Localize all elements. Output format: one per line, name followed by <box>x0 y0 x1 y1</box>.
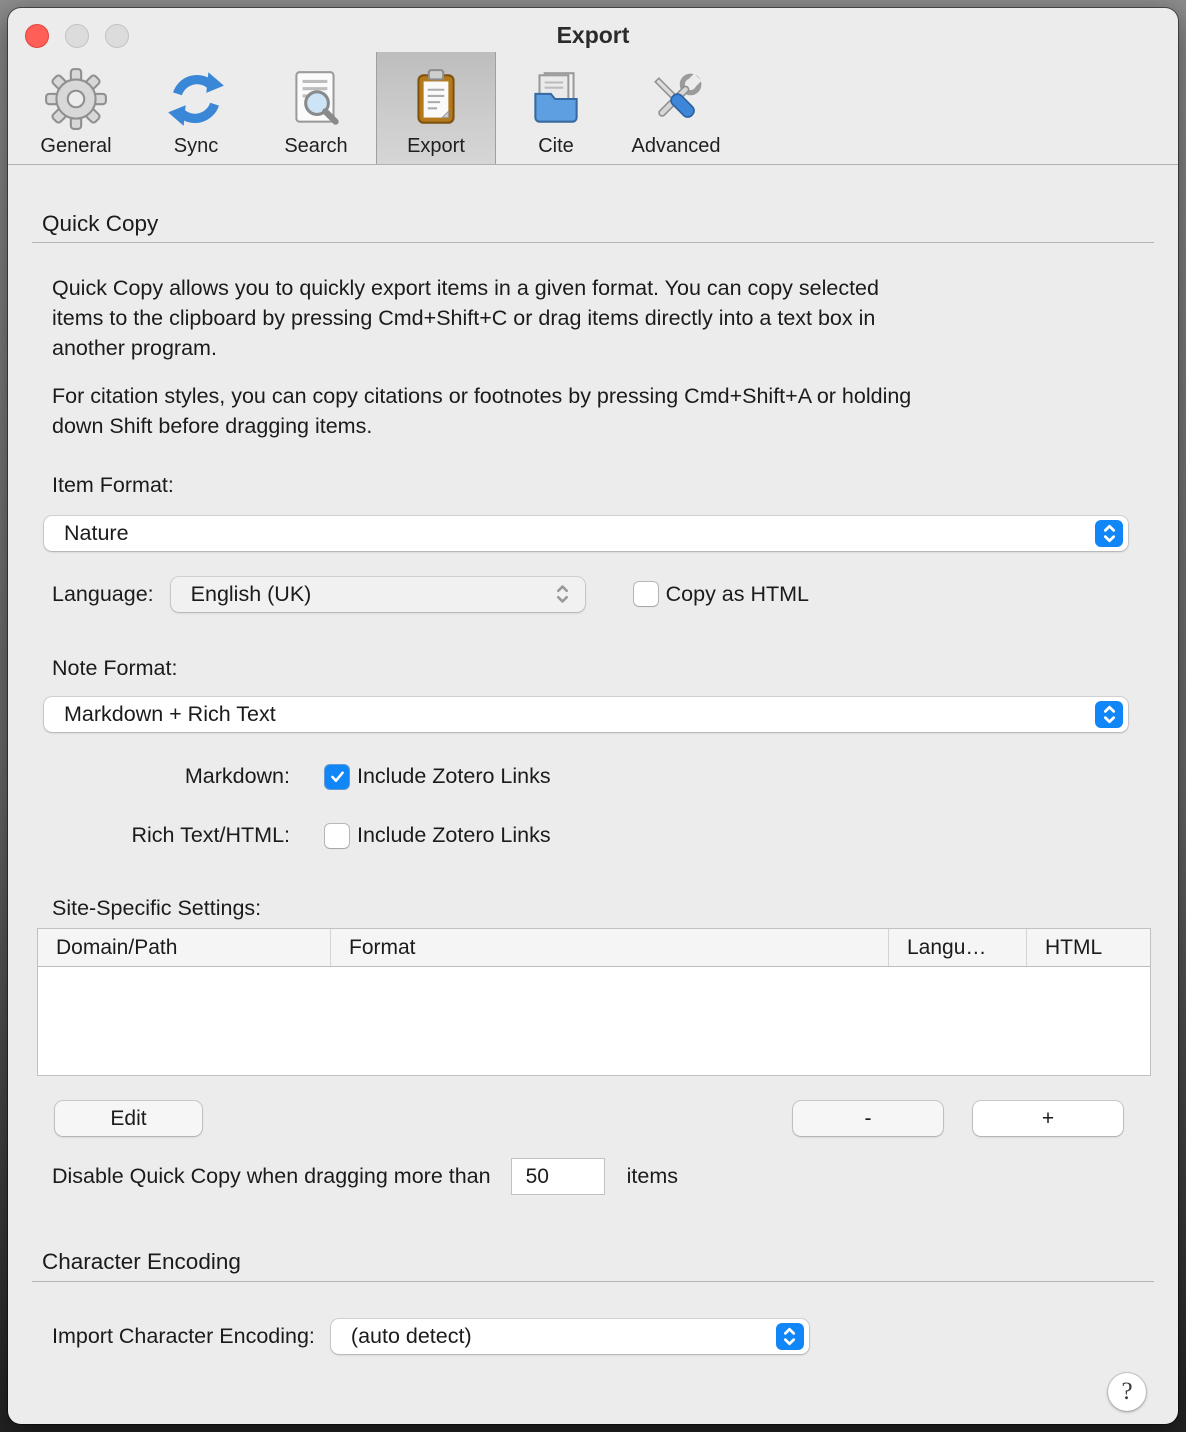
tab-export[interactable]: Export <box>376 52 496 164</box>
gear-icon <box>43 66 109 132</box>
column-header-language[interactable]: Langu… <box>888 929 1026 966</box>
chevron-up-down-icon <box>1095 701 1123 728</box>
tab-export-label: Export <box>407 135 465 158</box>
richtext-include-links-label: Include Zotero Links <box>357 823 551 848</box>
richtext-include-links-checkbox[interactable] <box>325 824 349 848</box>
site-specific-settings-label: Site-Specific Settings: <box>52 896 1178 921</box>
quick-copy-description: Quick Copy allows you to quickly export … <box>52 273 1128 363</box>
citation-styles-description: For citation styles, you can copy citati… <box>52 381 1128 441</box>
chevron-up-down-icon <box>1095 520 1123 547</box>
traffic-lights <box>25 24 129 48</box>
column-header-domain-path[interactable]: Domain/Path <box>38 929 330 966</box>
tab-search-label: Search <box>284 135 347 158</box>
cite-folder-icon <box>523 66 589 132</box>
chevron-up-down-icon <box>554 577 571 612</box>
window-title: Export <box>8 8 1178 49</box>
drag-limit-input[interactable] <box>511 1158 605 1195</box>
richtext-label: Rich Text/HTML: <box>52 823 290 848</box>
preferences-toolbar: General Sync Search <box>8 52 1178 165</box>
chevron-up-down-icon <box>776 1323 804 1350</box>
export-clipboard-icon <box>403 66 469 132</box>
column-header-html[interactable]: HTML <box>1026 929 1150 966</box>
tab-advanced-label: Advanced <box>632 135 721 158</box>
note-format-select[interactable]: Markdown + Rich Text <box>44 697 1128 732</box>
copy-as-html-checkbox[interactable] <box>634 582 658 606</box>
tab-general-label: General <box>40 135 111 158</box>
markdown-include-links-checkbox[interactable] <box>325 765 349 789</box>
minimize-button[interactable] <box>65 24 89 48</box>
tab-cite-label: Cite <box>538 135 574 158</box>
title-bar: Export <box>8 8 1178 52</box>
remove-row-button[interactable]: - <box>793 1101 943 1136</box>
tab-advanced[interactable]: Advanced <box>616 52 736 164</box>
tab-sync-label: Sync <box>174 135 218 158</box>
site-specific-settings-table: Domain/Path Format Langu… HTML <box>38 929 1150 1075</box>
copy-as-html-label: Copy as HTML <box>666 582 809 607</box>
note-format-value: Markdown + Rich Text <box>44 702 276 727</box>
column-header-format[interactable]: Format <box>330 929 888 966</box>
advanced-tools-icon <box>643 66 709 132</box>
item-format-value: Nature <box>44 521 129 546</box>
item-format-select[interactable]: Nature <box>44 516 1128 551</box>
quick-copy-heading: Quick Copy <box>42 211 1178 237</box>
tab-sync[interactable]: Sync <box>136 52 256 164</box>
tab-cite[interactable]: Cite <box>496 52 616 164</box>
add-row-button[interactable]: + <box>973 1101 1123 1136</box>
items-label: items <box>627 1164 678 1189</box>
table-body-empty <box>38 967 1150 1075</box>
table-header-row: Domain/Path Format Langu… HTML <box>38 929 1150 967</box>
markdown-include-links-label: Include Zotero Links <box>357 764 551 789</box>
disable-quick-copy-label: Disable Quick Copy when dragging more th… <box>52 1164 491 1189</box>
tab-search[interactable]: Search <box>256 52 376 164</box>
note-format-label: Note Format: <box>52 656 1178 681</box>
close-button[interactable] <box>25 24 49 48</box>
sync-icon <box>163 66 229 132</box>
checkmark-icon <box>329 768 346 785</box>
section-divider <box>32 242 1154 243</box>
language-value: English (UK) <box>171 582 312 607</box>
zoom-button[interactable] <box>105 24 129 48</box>
language-label: Language: <box>52 582 154 607</box>
import-encoding-select[interactable]: (auto detect) <box>331 1319 809 1354</box>
item-format-label: Item Format: <box>52 473 1178 498</box>
markdown-label: Markdown: <box>52 764 290 789</box>
edit-button[interactable]: Edit <box>55 1101 202 1136</box>
import-encoding-label: Import Character Encoding: <box>52 1324 315 1349</box>
language-select[interactable]: English (UK) <box>171 577 585 612</box>
section-divider <box>32 1281 1154 1282</box>
search-icon <box>283 66 349 132</box>
preferences-window: Export General <box>8 8 1178 1424</box>
tab-general[interactable]: General <box>16 52 136 164</box>
help-button[interactable]: ? <box>1108 1373 1146 1411</box>
import-encoding-value: (auto detect) <box>331 1324 472 1349</box>
character-encoding-heading: Character Encoding <box>42 1249 1178 1275</box>
